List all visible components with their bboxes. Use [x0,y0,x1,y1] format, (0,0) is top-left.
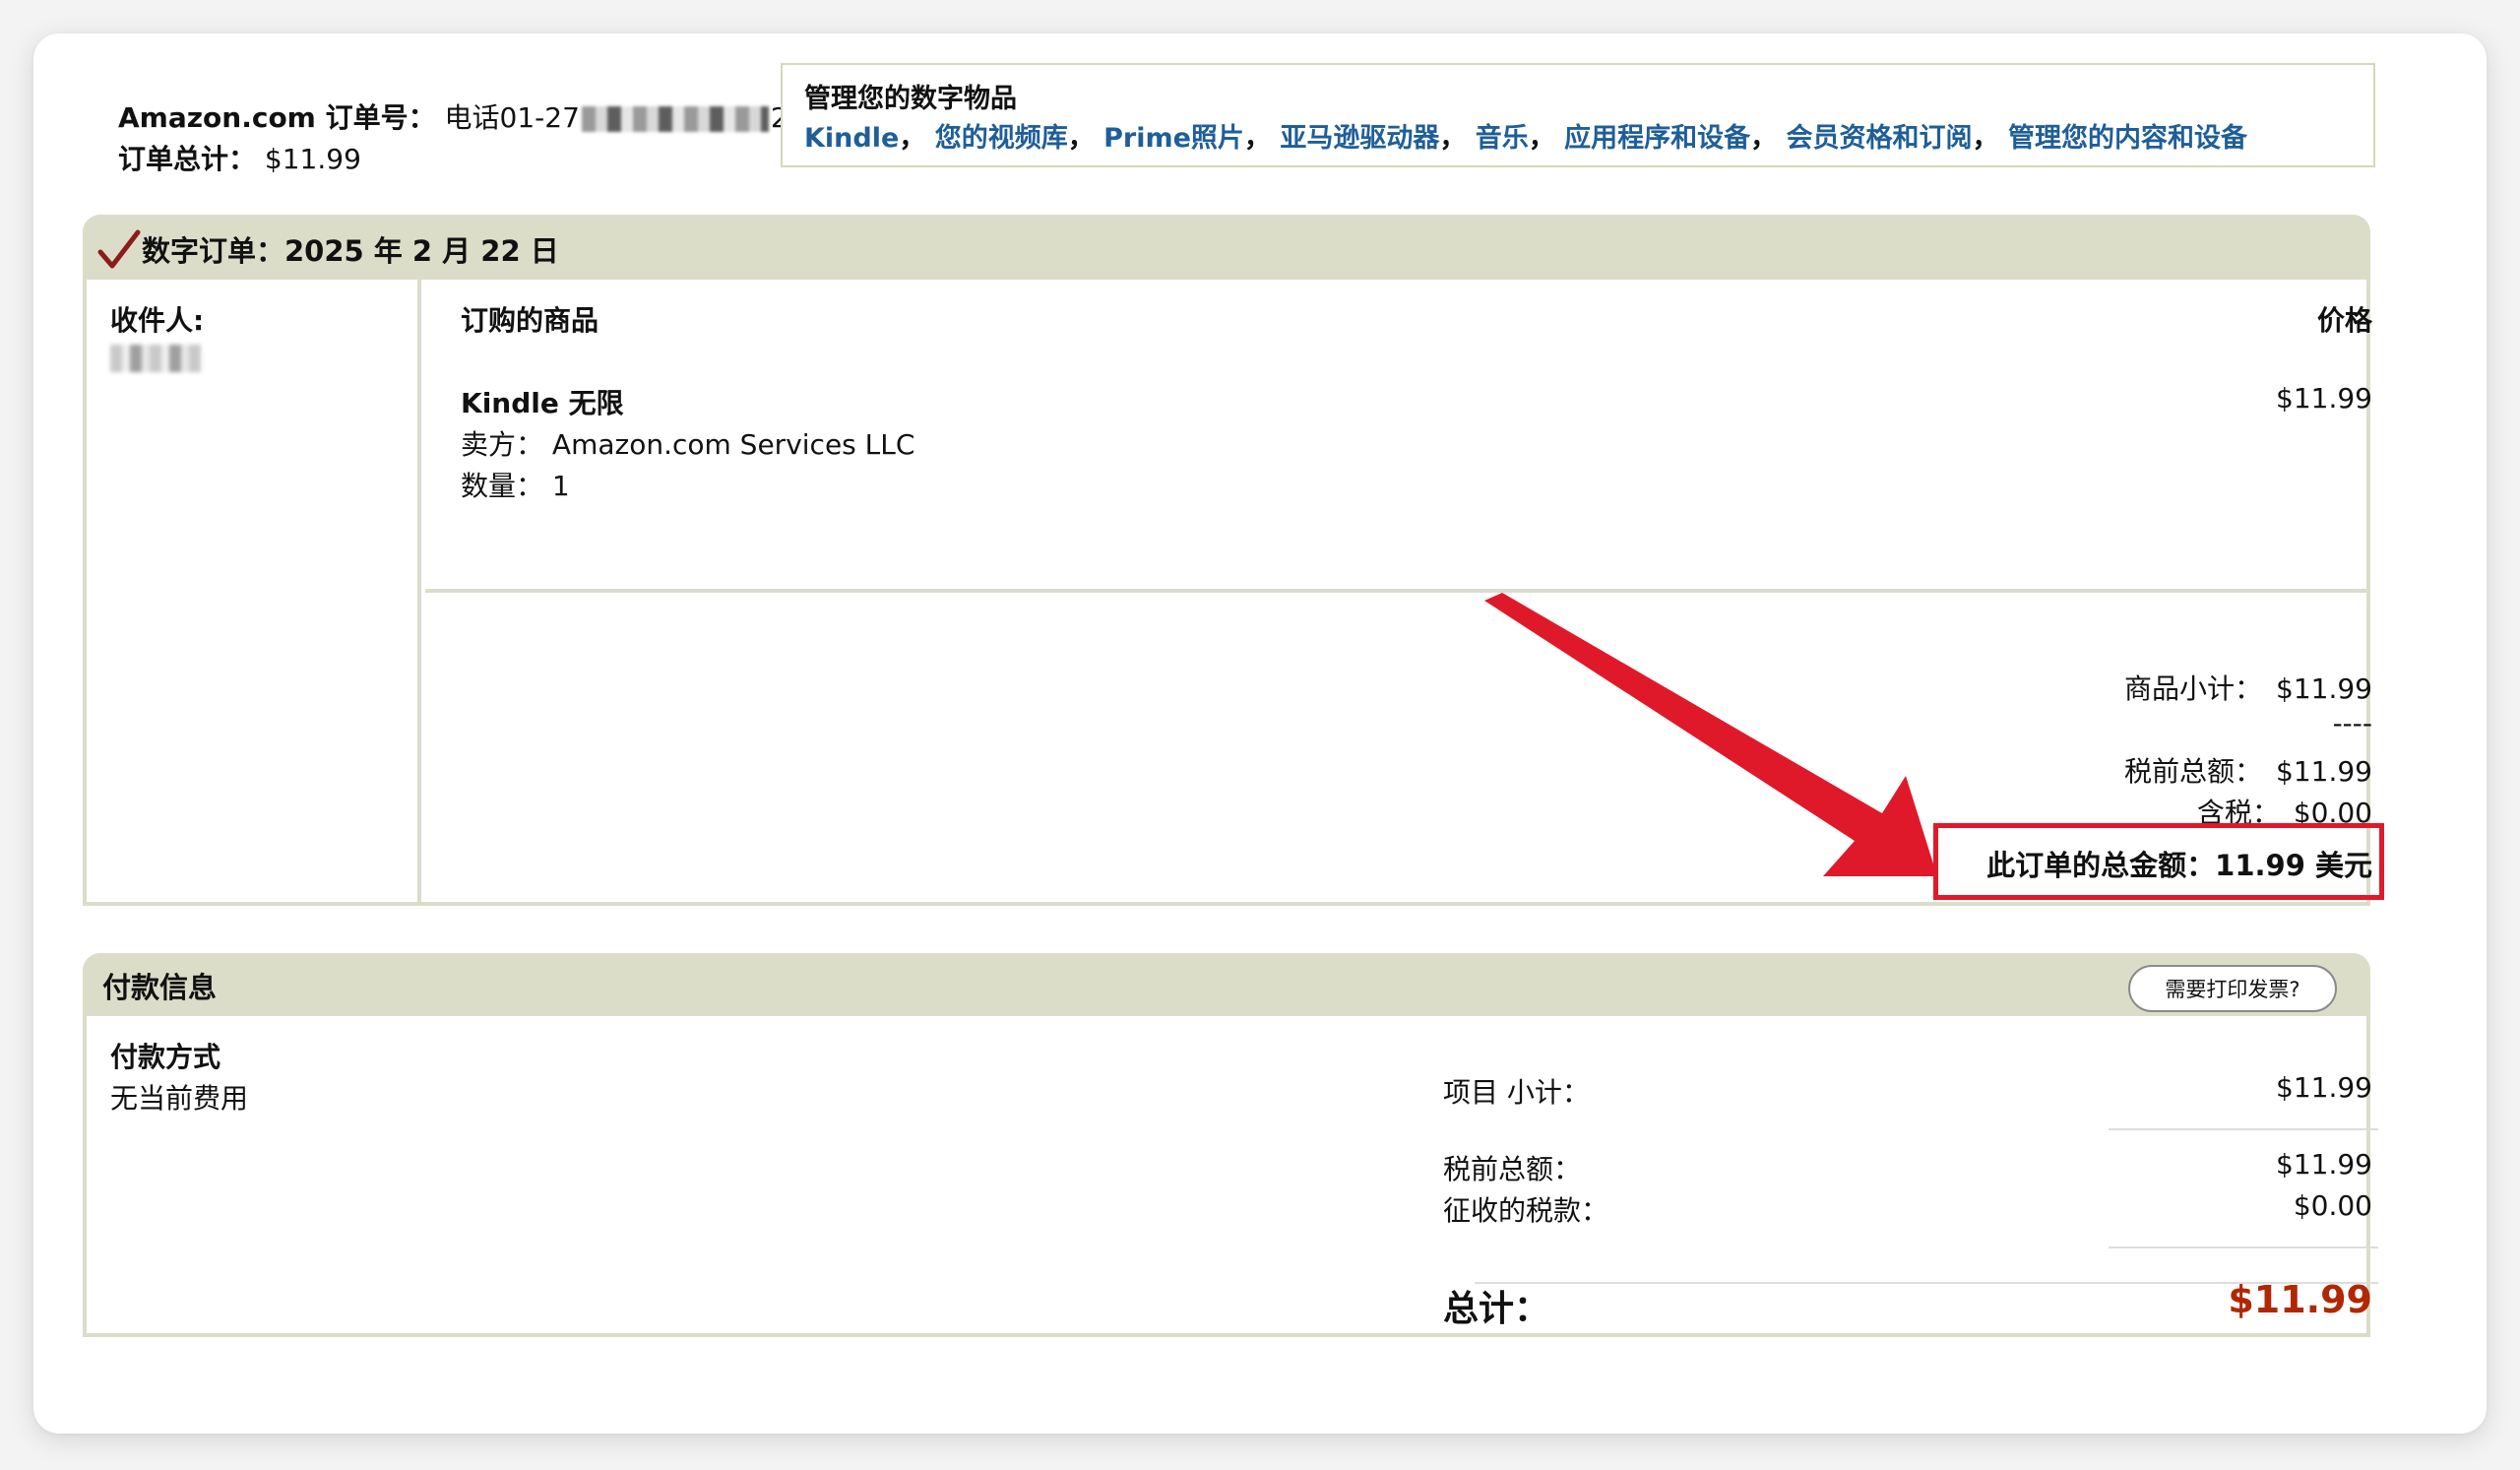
price-header: 价格 [2316,304,2372,337]
item-price: $11.99 [2276,382,2372,415]
link-separator: ， [1439,123,1467,154]
divider [2109,1128,2378,1130]
pretax-value: $11.99 [2276,755,2372,788]
payment-method-label: 付款方式 [110,1041,221,1073]
payment-pretax-label: 税前总额： [1443,1153,1582,1185]
redacted-order-number [581,106,769,132]
manage-digital-items-box: 管理您的数字物品 Kindle， 您的视频库， Prime照片， 亚马逊驱动器，… [781,63,2375,167]
qty-label: 数量： [461,470,544,502]
link-music[interactable]: 音乐 [1476,123,1529,154]
seller-value: Amazon.com Services LLC [551,428,915,461]
link-separator: ， [1750,123,1778,154]
link-kindle[interactable]: Kindle [804,123,899,154]
link-separator: ， [1243,123,1271,154]
link-separator: ， [1528,123,1555,154]
payment-tax-label: 征收的税款： [1443,1194,1609,1227]
link-memberships[interactable]: 会员资格和订阅 [1787,123,1973,154]
item-quantity: 数量： 1 [461,465,570,504]
link-separator: ， [1067,123,1095,154]
order-number-prefix: 电话01-27 [444,101,580,134]
seller-label: 卖方： [461,428,544,461]
manage-title: 管理您的数字物品 [804,84,1017,114]
item-subtotal-value: $11.99 [2276,1071,2372,1104]
link-separator: ， [1972,123,1999,154]
payment-total-label: 总计： [1443,1289,1550,1329]
link-amazon-drive[interactable]: 亚马逊驱动器 [1280,123,1439,154]
item-seller: 卖方： Amazon.com Services LLC [461,423,914,463]
order-number-label: Amazon.com 订单号： [118,101,436,134]
order-total-value: $11.99 [264,143,361,175]
dashes: ---- [2332,707,2372,739]
divider [2109,1246,2378,1248]
link-prime-photos[interactable]: Prime照片 [1103,123,1244,154]
item-name: Kindle 无限 [461,387,624,419]
qty-value: 1 [551,470,570,502]
pretax-row: 税前总额： $11.99 [2124,750,2372,790]
items-header: 订购的商品 [461,304,599,337]
recipient-name-redacted [110,345,201,372]
order-total: 订单总计： $11.99 [118,140,361,179]
pretax-label: 税前总额： [2124,755,2263,788]
order-total-label: 订单总计： [118,143,257,175]
subtotal-label: 商品小计： [2124,672,2263,705]
recipient-column [87,280,421,902]
grand-total-text: 此订单的总金额：11.99 美元 [1986,849,2372,882]
item-subtotal-label: 项目 小计： [1443,1076,1590,1109]
payment-pretax-value: $11.99 [2276,1148,2372,1181]
manage-links: Kindle， 您的视频库， Prime照片， 亚马逊驱动器， 音乐， 应用程序… [804,116,2247,155]
order-number: Amazon.com 订单号： 电话01-27 2 [118,98,788,138]
payment-tax-value: $0.00 [2293,1189,2372,1222]
link-video-library[interactable]: 您的视频库 [935,123,1068,154]
link-apps-devices[interactable]: 应用程序和设备 [1564,123,1750,154]
red-arrow-annotation [1484,593,1937,876]
checkmark-icon [97,229,141,269]
payment-title: 付款信息 [102,971,218,1004]
print-invoice-button[interactable]: 需要打印发票? [2128,965,2337,1012]
recipient-label: 收件人: [110,304,205,337]
subtotal-row: 商品小计： $11.99 [2124,668,2372,707]
payment-method-value: 无当前费用 [110,1082,249,1115]
link-manage-content[interactable]: 管理您的内容和设备 [2008,123,2247,154]
payment-header [83,953,2370,1016]
digital-order-title: 数字订单：2025 年 2 月 22 日 [142,234,559,268]
link-separator: ， [899,123,926,154]
payment-total-value: $11.99 [2228,1278,2372,1321]
subtotal-value: $11.99 [2276,672,2372,705]
